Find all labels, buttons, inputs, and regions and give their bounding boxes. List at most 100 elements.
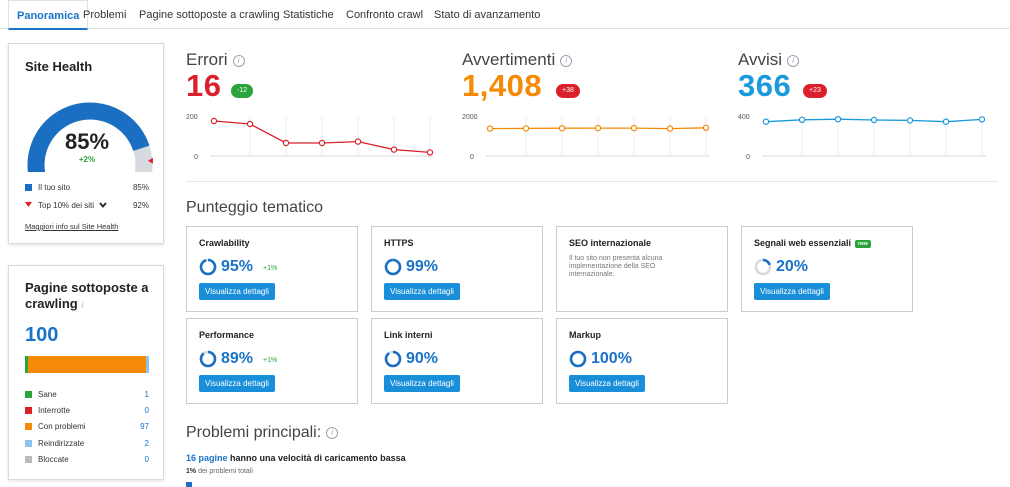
legend-value: 92% [132, 201, 149, 210]
sparkline-point[interactable] [798, 116, 806, 124]
view-details-button[interactable]: Visualizza dettagli [199, 283, 275, 300]
tab-confronto-crawl[interactable]: Confronto crawl [338, 0, 431, 29]
thematic-title: Punteggio tematico [186, 199, 323, 216]
info-icon[interactable]: i [81, 301, 83, 310]
sparkline-point[interactable] [870, 116, 878, 124]
blue-square-icon [25, 184, 32, 191]
tab-problemi[interactable]: Problemi [75, 0, 134, 29]
card-title: SEO internazionale [569, 238, 652, 248]
y-axis-top-label: 2000 [462, 114, 478, 121]
donut-icon [199, 350, 217, 368]
sparkline-point[interactable] [762, 118, 770, 125]
info-icon[interactable]: i [326, 427, 339, 439]
tab-pagine-crawling[interactable]: Pagine sottoposte a crawling [131, 0, 288, 29]
notices-sparkline: 400 0 [738, 114, 986, 161]
card-note: Il tuo sito non presenta alcuna implemen… [569, 255, 663, 278]
thematic-card-performance: Performance 89% +1% Visualizza dettagli [186, 318, 358, 404]
crawl-bar-segment [28, 356, 146, 373]
donut-fill [384, 258, 402, 276]
legend-label: Sane [38, 390, 57, 399]
site-health-card: Site Health 85% +2% Il tuo sito 85% Top … [8, 43, 164, 244]
thematic-card-https: HTTPS 99% Visualizza dettagli [371, 226, 543, 312]
view-details-button[interactable]: Visualizza dettagli [199, 375, 275, 392]
legend-value[interactable]: 97 [140, 421, 149, 433]
info-icon[interactable]: i [232, 55, 245, 67]
warnings-label-text: Avvertimenti [462, 50, 556, 69]
errors-value[interactable]: 16 [186, 68, 221, 104]
info-icon[interactable]: i [787, 55, 800, 67]
sparkline-point[interactable] [246, 120, 254, 128]
notices-label: Avvisi i [738, 50, 800, 70]
donut-fill [384, 350, 402, 368]
tab-statistiche[interactable]: Statistiche [275, 0, 342, 29]
view-details-button[interactable]: Visualizza dettagli [754, 283, 830, 300]
sparkline-point[interactable] [390, 146, 398, 153]
tab-stato-avanzamento[interactable]: Stato di avanzamento [426, 0, 548, 29]
notices-label-text: Avvisi [738, 50, 783, 69]
issue-pages-link[interactable]: 16 pagine [186, 453, 228, 463]
warnings-value[interactable]: 1,408 [462, 68, 542, 104]
donut-icon [754, 258, 772, 276]
sparkline-point[interactable] [630, 124, 638, 132]
sparkline-point[interactable] [834, 116, 842, 123]
sparkline-point[interactable] [426, 149, 434, 156]
legend-bloccate[interactable]: Bloccate 0 [25, 454, 149, 466]
legend-top10[interactable]: Top 10% dei siti 92% [25, 200, 149, 212]
green-square-icon [25, 391, 32, 398]
legend-value[interactable]: 0 [145, 454, 149, 466]
view-details-button[interactable]: Visualizza dettagli [569, 375, 645, 392]
errors-label-text: Errori [186, 50, 228, 69]
view-details-button[interactable]: Visualizza dettagli [384, 283, 460, 300]
legend-label: Con problemi [38, 422, 86, 431]
errors-sparkline: 2000 [186, 114, 434, 161]
errors-delta-badge: -12 [231, 84, 254, 98]
issue-sub-text: dei problemi totali [198, 468, 253, 475]
crawled-pages-title: Pagine sottoposte a crawling i [25, 280, 155, 314]
view-details-button[interactable]: Visualizza dettagli [384, 375, 460, 392]
sparkline-point[interactable] [666, 125, 674, 132]
notices-value[interactable]: 366 [738, 68, 791, 104]
sparkline-point[interactable] [594, 124, 602, 132]
sparkline-point[interactable] [942, 118, 950, 125]
legend-con-problemi[interactable]: Con problemi 97 [25, 421, 149, 433]
chevron-down-icon[interactable] [99, 202, 107, 208]
donut-icon [569, 350, 587, 368]
sparkline-point[interactable] [318, 139, 326, 147]
sparkline-point[interactable] [522, 125, 530, 132]
legend-label: Top 10% dei siti [38, 201, 95, 210]
legend-label: Reindirizzate [38, 439, 85, 448]
crawled-pages-card: Pagine sottoposte a crawling i 100 Sane … [8, 265, 164, 480]
crawled-title-text: Pagine sottoposte a crawling [25, 280, 149, 311]
y-axis-bottom-label: 0 [746, 154, 750, 161]
site-health-info-link[interactable]: Maggiori info sul Site Health [25, 222, 118, 231]
site-health-score: 85% [64, 129, 110, 154]
legend-label: Il tuo sito [38, 183, 71, 192]
thematic-card-core-web-vitals: Segnali web essenziali new 20% Visualizza… [741, 226, 913, 312]
lightblue-square-icon [25, 440, 32, 447]
info-icon[interactable]: i [560, 55, 573, 67]
thematic-card-international-seo: SEO internazionale Il tuo sito non prese… [556, 226, 728, 312]
card-score-delta: +1% [263, 357, 278, 364]
sparkline-point[interactable] [978, 116, 986, 123]
legend-value[interactable]: 2 [145, 438, 149, 450]
top-issues-title-text: Problemi principali: [186, 424, 322, 441]
sparkline-point[interactable] [702, 124, 710, 131]
sparkline-point[interactable] [558, 125, 566, 132]
crawled-total: 100 [25, 324, 59, 346]
sparkline-point[interactable] [210, 117, 218, 125]
legend-value[interactable]: 1 [145, 389, 149, 401]
sparkline-point[interactable] [906, 117, 914, 124]
card-title-text: Segnali web essenziali [754, 238, 852, 248]
sparkline-point[interactable] [486, 125, 494, 132]
legend-reindirizzate[interactable]: Reindirizzate 2 [25, 438, 149, 450]
legend-interrotte[interactable]: Interrotte 0 [25, 405, 149, 417]
legend-value[interactable]: 0 [145, 405, 149, 417]
card-score-value: 95% [221, 258, 254, 275]
card-score-value: 20% [776, 258, 809, 275]
legend-sane[interactable]: Sane 1 [25, 389, 149, 401]
sparkline-point[interactable] [354, 138, 362, 145]
sparkline-point[interactable] [282, 139, 290, 147]
card-score-value: 100% [591, 350, 632, 367]
issue-pct: 1% [186, 468, 197, 475]
card-title: Crawlability [199, 238, 250, 248]
